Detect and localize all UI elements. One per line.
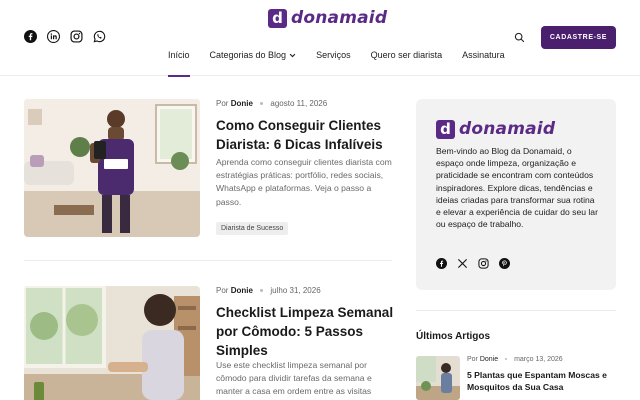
post-date: agosto 11, 2026 xyxy=(270,99,328,108)
meta-separator xyxy=(260,102,264,106)
main-nav: Início Categorias do Blog Serviços Quero… xyxy=(158,47,515,77)
signup-button[interactable]: CADASTRE-SE xyxy=(541,26,616,49)
nav-item-label: Quero ser diarista xyxy=(370,50,443,60)
meta-separator xyxy=(260,289,264,293)
nav-item-inicio[interactable]: Início xyxy=(158,47,200,77)
logo-wordmark: donamaid xyxy=(459,119,556,139)
post-card: Por Donie julho 31, 2026 Checklist Limpe… xyxy=(24,286,393,400)
latest-article-author[interactable]: Donie xyxy=(480,356,498,363)
site-header: d donamaid Início Categorias do Blog Ser… xyxy=(0,0,640,77)
latest-article-meta: Por Donie março 13, 2026 xyxy=(467,356,563,363)
logo-wordmark: donamaid xyxy=(291,8,388,28)
sidebar-social-links xyxy=(436,258,510,269)
linkedin-icon[interactable] xyxy=(47,30,60,43)
pinterest-icon[interactable] xyxy=(499,258,510,269)
latest-article-item[interactable]: Por Donie março 13, 2026 5 Plantas que E… xyxy=(416,356,616,400)
facebook-icon[interactable] xyxy=(436,258,447,269)
whatsapp-icon[interactable] xyxy=(93,30,106,43)
post-date: julho 31, 2026 xyxy=(270,286,321,295)
latest-article-date: março 13, 2026 xyxy=(514,356,563,363)
instagram-icon[interactable] xyxy=(478,258,489,269)
chevron-down-icon xyxy=(289,53,296,58)
post-thumbnail[interactable] xyxy=(24,286,200,400)
post-author[interactable]: Donie xyxy=(231,286,253,295)
header-social-links xyxy=(24,30,106,43)
about-widget: d donamaid Bem-vindo ao Blog da Donamaid… xyxy=(416,99,616,290)
nav-item-label: Serviços xyxy=(316,50,351,60)
about-text: Bem-vindo ao Blog da Donamaid, o espaço … xyxy=(436,146,598,230)
nav-item-servicos[interactable]: Serviços xyxy=(306,47,361,76)
post-excerpt: Use este checklist limpeza semanal por c… xyxy=(216,360,372,397)
search-icon[interactable] xyxy=(514,32,525,43)
post-meta: Por Donie agosto 11, 2026 xyxy=(216,99,327,108)
post-title[interactable]: Como Conseguir Clientes Diarista: 6 Dica… xyxy=(216,116,396,154)
nav-item-label: Categorias do Blog xyxy=(209,50,287,60)
site-logo[interactable]: d donamaid xyxy=(268,8,387,28)
latest-article-thumbnail[interactable] xyxy=(416,356,460,400)
post-meta: Por Donie julho 31, 2026 xyxy=(216,286,321,295)
sidebar-logo[interactable]: d donamaid xyxy=(436,119,555,139)
author-prefix: Por xyxy=(216,99,229,108)
post-title[interactable]: Checklist Limpeza Semanal por Cômodo: 5 … xyxy=(216,303,396,360)
meta-separator xyxy=(505,358,508,361)
logo-mark: d xyxy=(436,119,455,139)
latest-article-title[interactable]: 5 Plantas que Espantam Moscas e Mosquito… xyxy=(467,369,617,393)
post-thumbnail[interactable] xyxy=(24,99,200,237)
author-prefix: Por xyxy=(467,356,478,363)
x-icon[interactable] xyxy=(457,258,468,269)
logo-mark: d xyxy=(268,8,287,28)
nav-item-categorias[interactable]: Categorias do Blog xyxy=(200,47,307,76)
instagram-icon[interactable] xyxy=(70,30,83,43)
latest-articles-heading: Últimos Artigos xyxy=(416,331,491,342)
sidebar-divider xyxy=(416,310,616,311)
post-card: Por Donie agosto 11, 2026 Como Conseguir… xyxy=(24,99,392,261)
nav-item-label: Assinatura xyxy=(462,50,505,60)
post-author[interactable]: Donie xyxy=(231,99,253,108)
post-excerpt: Aprenda como conseguir clientes diarista… xyxy=(216,157,392,207)
author-prefix: Por xyxy=(216,286,229,295)
nav-item-assinatura[interactable]: Assinatura xyxy=(452,47,515,76)
post-tag[interactable]: Diarista de Sucesso xyxy=(216,222,289,235)
nav-item-quero-ser-diarista[interactable]: Quero ser diarista xyxy=(361,47,453,76)
facebook-icon[interactable] xyxy=(24,30,37,43)
nav-item-label: Início xyxy=(168,50,190,60)
